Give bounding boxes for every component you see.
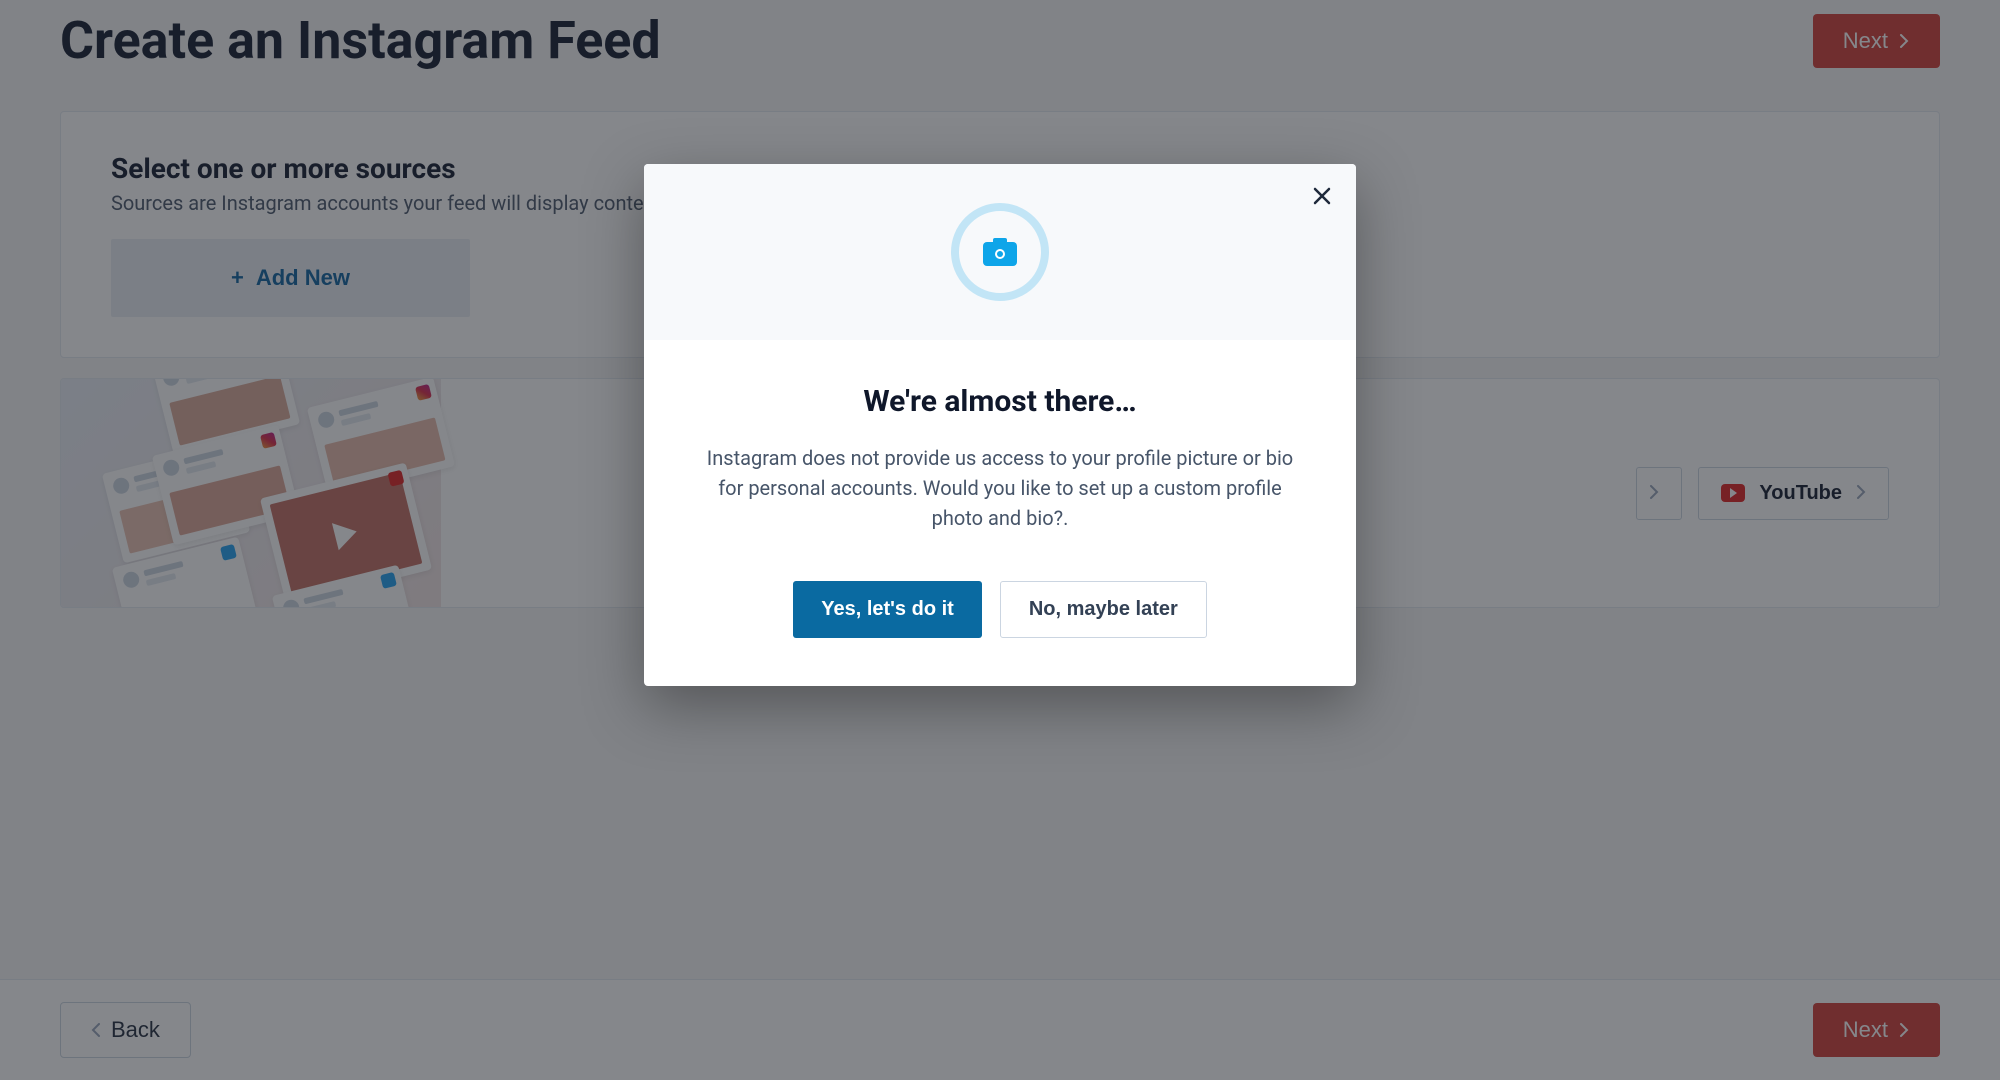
camera-icon xyxy=(983,238,1017,266)
yes-button[interactable]: Yes, let's do it xyxy=(793,581,982,638)
modal-title: We're almost there… xyxy=(704,384,1296,419)
modal-body: We're almost there… Instagram does not p… xyxy=(644,340,1356,686)
no-button[interactable]: No, maybe later xyxy=(1000,581,1207,638)
close-button[interactable] xyxy=(1310,184,1334,211)
close-icon xyxy=(1310,196,1334,211)
modal-actions: Yes, let's do it No, maybe later xyxy=(704,581,1296,638)
modal-text: Instagram does not provide us access to … xyxy=(704,443,1296,533)
modal-overlay[interactable]: We're almost there… Instagram does not p… xyxy=(0,0,2000,1080)
camera-ring-icon xyxy=(951,203,1049,301)
modal-header xyxy=(644,164,1356,340)
modal: We're almost there… Instagram does not p… xyxy=(644,164,1356,686)
